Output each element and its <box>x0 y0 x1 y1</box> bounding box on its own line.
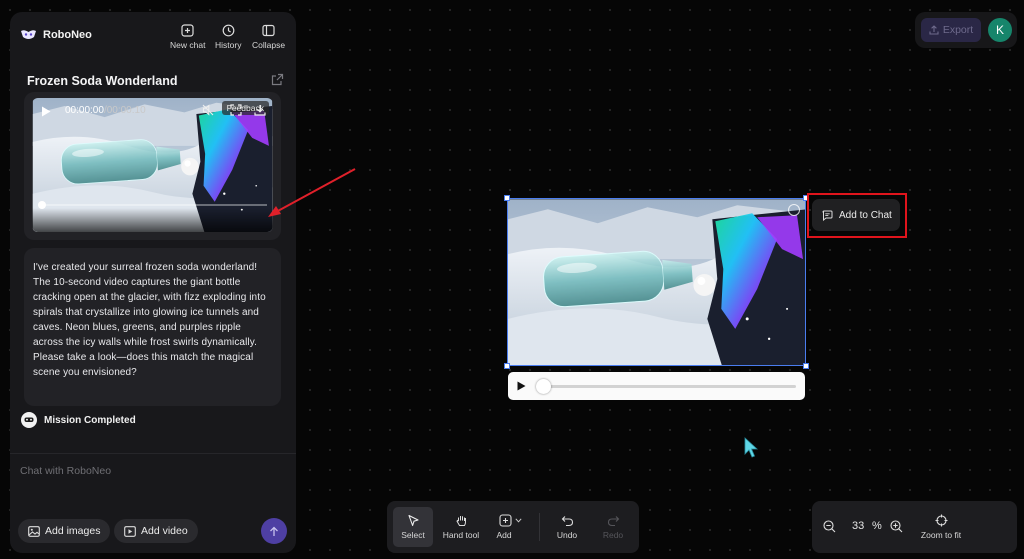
resize-handle-bottom-right[interactable] <box>803 363 809 369</box>
new-chat-label: New chat <box>170 40 206 50</box>
canvas-progress-track[interactable] <box>540 385 796 388</box>
brand: RoboNeo <box>20 29 92 41</box>
video-time: 00:00:00/00:00:10 <box>65 105 146 116</box>
export-icon <box>929 25 939 35</box>
mouse-cursor-icon <box>744 437 758 458</box>
canvas-progress-knob[interactable] <box>535 379 551 394</box>
undo-icon <box>561 515 573 526</box>
undo-button[interactable]: Undo <box>550 507 584 547</box>
robot-avatar-icon <box>21 412 37 428</box>
video-progress-knob[interactable] <box>38 201 46 209</box>
hand-icon <box>455 516 466 526</box>
add-video-label: Add video <box>141 525 188 537</box>
toolbar-divider <box>539 513 540 541</box>
assistant-message-text: I've created your surreal frozen soda wo… <box>33 262 266 378</box>
canvas-video-controls <box>508 372 805 400</box>
chevron-down-icon <box>514 518 522 523</box>
mission-status-label: Mission Completed <box>44 414 136 426</box>
new-chat-button[interactable]: New chat <box>170 24 205 50</box>
select-tool[interactable]: Select <box>393 507 433 547</box>
add-tool-label: Add <box>496 530 512 540</box>
share-icon[interactable] <box>271 73 284 86</box>
cursor-arrow-icon <box>407 514 419 527</box>
chat-bubble-icon <box>822 210 833 221</box>
add-to-chat-label: Add to Chat <box>839 209 892 221</box>
add-tool[interactable]: Add <box>492 507 528 547</box>
zoom-controls: 33 % Zoom to fit <box>812 501 1017 553</box>
composer-divider <box>10 453 296 454</box>
chat-panel: RoboNeo New chat History Collapse Frozen <box>10 12 296 553</box>
play-icon[interactable] <box>41 106 51 117</box>
collapse-button[interactable]: Collapse <box>252 24 285 50</box>
select-tool-label: Select <box>401 530 425 540</box>
history-button[interactable]: History <box>215 24 241 50</box>
assistant-message: I've created your surreal frozen soda wo… <box>24 248 281 406</box>
zoom-to-fit-label: Zoom to fit <box>920 530 962 540</box>
hand-tool[interactable]: Hand tool <box>439 507 483 547</box>
collapse-panel-icon <box>262 24 275 37</box>
collapse-label: Collapse <box>252 40 286 50</box>
canvas-video-frame <box>508 199 805 365</box>
top-right-actions: Export K <box>915 12 1017 48</box>
add-square-icon <box>498 514 512 527</box>
video-duration: /00:00:10 <box>103 105 146 116</box>
panel-header: RoboNeo New chat History Collapse <box>10 12 296 56</box>
export-button[interactable]: Export <box>921 18 981 42</box>
send-button[interactable] <box>261 518 287 544</box>
undo-label: Undo <box>556 529 578 540</box>
canvas-video-object[interactable] <box>507 198 806 366</box>
canvas-play-icon[interactable] <box>517 381 526 391</box>
resize-handle-bottom-left[interactable] <box>504 363 510 369</box>
zoom-to-fit-button[interactable]: Zoom to fit <box>912 507 970 547</box>
image-icon <box>28 525 40 537</box>
add-video-button[interactable]: Add video <box>114 519 198 543</box>
new-chat-icon <box>181 24 194 37</box>
video-controls <box>32 208 273 232</box>
conversation-title: Frozen Soda Wonderland <box>27 74 178 88</box>
mission-status: Mission Completed <box>21 412 136 428</box>
add-images-label: Add images <box>45 525 101 537</box>
user-avatar[interactable]: K <box>988 18 1012 42</box>
add-tool-icons <box>498 514 522 527</box>
zoom-level[interactable]: 33 <box>852 520 864 532</box>
redo-button[interactable]: Redo <box>596 507 630 547</box>
zoom-unit: % <box>872 520 882 532</box>
mute-icon[interactable] <box>202 104 214 116</box>
video-icon <box>124 525 136 537</box>
resize-handle-top-left[interactable] <box>504 195 510 201</box>
generated-video-card: Feedback 00:00:00/00:00:10 <box>24 92 281 240</box>
fullscreen-icon[interactable] <box>230 104 242 116</box>
video-preview-icon[interactable] <box>788 204 800 216</box>
generated-video-player[interactable]: Feedback 00:00:00/00:00:10 <box>32 98 273 232</box>
chat-input[interactable] <box>20 460 280 482</box>
redo-icon <box>607 515 619 526</box>
history-icon <box>222 24 235 37</box>
zoom-in-icon[interactable] <box>890 520 903 533</box>
add-images-button[interactable]: Add images <box>18 519 111 543</box>
crosshair-icon <box>935 514 947 527</box>
roboneo-logo-icon <box>21 30 36 39</box>
add-to-chat-button[interactable]: Add to Chat <box>812 199 900 231</box>
video-current-time: 00:00:00 <box>65 105 104 116</box>
hand-tool-label: Hand tool <box>442 530 480 540</box>
zoom-out-icon[interactable] <box>823 520 836 533</box>
export-label: Export <box>942 24 974 36</box>
brand-name: RoboNeo <box>43 29 92 41</box>
video-progress-track[interactable] <box>38 204 267 206</box>
download-icon[interactable] <box>254 104 266 116</box>
history-label: History <box>215 40 242 50</box>
redo-label: Redo <box>602 529 624 540</box>
arrow-up-icon <box>270 526 278 536</box>
